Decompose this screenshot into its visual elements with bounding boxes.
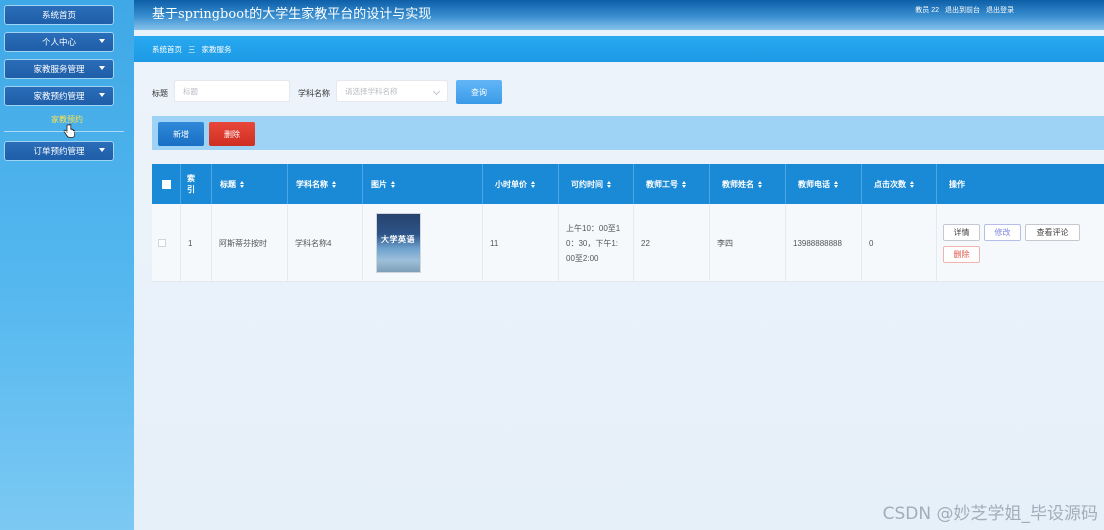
sidebar-item-booking-mgmt[interactable]: 家教预约管理 (4, 86, 114, 106)
sort-icon (681, 180, 686, 188)
col-title[interactable]: 标题 (212, 164, 288, 204)
cell-teacher-name: 李四 (710, 204, 786, 282)
sort-icon (239, 180, 244, 188)
col-teacher-name[interactable]: 教师姓名 (710, 164, 786, 204)
cell-index: 1 (181, 204, 212, 282)
sidebar-item-label: 家教预约管理 (33, 91, 85, 101)
hand-cursor-icon (63, 124, 75, 138)
time-line: 0：30，下午1: (566, 238, 619, 248)
sort-icon (390, 180, 395, 188)
sidebar: 系统首页 个人中心 家教服务管理 家教预约管理 家教预约 订单预约管理 (0, 0, 134, 530)
batch-delete-button[interactable]: 删除 (209, 122, 255, 146)
top-header: 基于springboot的大学生家教平台的设计与实现 教员 22 退出到前台 退… (134, 0, 1104, 30)
main-content: 标题 标题 学科名称 请选择学科名称 查询 新增 删除 索 引 标题 学科名称 … (134, 62, 1104, 530)
select-all-cell (152, 164, 181, 204)
breadcrumb-separator: 三 (188, 45, 196, 54)
col-image[interactable]: 图片 (363, 164, 483, 204)
breadcrumb-bar: 系统首页 三 家教服务 (134, 36, 1104, 62)
view-comments-button[interactable]: 查看评论 (1025, 224, 1080, 241)
time-line: 上午10：00至1 (566, 223, 621, 233)
sidebar-item-service-mgmt[interactable]: 家教服务管理 (4, 59, 114, 79)
col-index: 索 引 (181, 164, 212, 204)
user-area: 教员 22 退出到前台 退出登录 (915, 5, 1014, 15)
sidebar-item-label: 系统首页 (41, 10, 76, 20)
chevron-down-icon (99, 148, 105, 152)
cell-ops: 详情 修改 查看评论 删除 (940, 204, 1104, 282)
col-price-label: 小时单价 (495, 179, 527, 189)
col-subject[interactable]: 学科名称 (288, 164, 363, 204)
sort-icon (530, 180, 535, 188)
subject-label: 学科名称 (298, 89, 330, 98)
select-all-checkbox[interactable] (162, 179, 171, 189)
col-ops-label: 操作 (949, 179, 965, 189)
sidebar-item-home[interactable]: 系统首页 (4, 5, 114, 25)
cover-image-title: 大学英语 (381, 235, 415, 244)
col-clicks-label: 点击次数 (874, 179, 906, 189)
sidebar-item-label: 家教服务管理 (33, 64, 85, 74)
sort-icon (757, 180, 762, 188)
sort-icon (909, 180, 914, 188)
cell-title: 阿斯蒂芬按时 (212, 204, 288, 282)
edit-button[interactable]: 修改 (984, 224, 1021, 241)
sort-icon (833, 180, 838, 188)
subject-select-placeholder: 请选择学科名称 (345, 87, 398, 96)
col-index-line2: 引 (187, 185, 195, 194)
col-teacher-no-label: 教师工号 (646, 179, 678, 189)
cell-time: 上午10：00至1 0：30，下午1: 00至2:00 (559, 204, 634, 282)
col-price[interactable]: 小时单价 (483, 164, 559, 204)
col-time[interactable]: 可约时间 (559, 164, 634, 204)
cover-image: 大学英语 (376, 213, 421, 273)
row-checkbox[interactable] (158, 239, 166, 247)
divider (4, 131, 124, 132)
col-phone-label: 教师电话 (798, 179, 830, 189)
sort-icon (331, 180, 336, 188)
chevron-down-icon (99, 39, 105, 43)
subject-select[interactable]: 请选择学科名称 (336, 80, 448, 102)
breadcrumb: 系统首页 三 家教服务 (152, 44, 232, 55)
table-header: 索 引 标题 学科名称 图片 小时单价 可约时间 教师工号 教师姓名 教师电话 … (152, 164, 1104, 204)
sidebar-item-order-mgmt[interactable]: 订单预约管理 (4, 141, 114, 161)
back-to-front-link[interactable]: 退出到前台 (945, 5, 980, 15)
col-time-label: 可约时间 (571, 179, 603, 189)
chevron-down-icon (99, 66, 105, 70)
detail-button[interactable]: 详情 (943, 224, 980, 241)
col-ops: 操作 (937, 164, 1104, 204)
chevron-down-icon (432, 87, 441, 96)
sidebar-item-label: 订单预约管理 (33, 146, 85, 156)
sort-icon (606, 180, 611, 188)
watermark: CSDN @妙芝学姐_毕设源码 (882, 504, 1098, 524)
user-label: 教员 22 (915, 7, 939, 14)
cell-teacher-no: 22 (634, 204, 710, 282)
cell-clicks: 0 (862, 204, 937, 282)
sidebar-item-label: 个人中心 (41, 37, 76, 47)
title-input[interactable]: 标题 (174, 80, 290, 102)
col-image-label: 图片 (371, 179, 387, 189)
col-subject-label: 学科名称 (296, 179, 328, 189)
cell-image: 大学英语 (363, 204, 483, 282)
breadcrumb-current: 家教服务 (201, 45, 232, 54)
sidebar-item-profile[interactable]: 个人中心 (4, 32, 114, 52)
col-title-label: 标题 (220, 179, 236, 189)
title-label: 标题 (152, 89, 168, 98)
logout-link[interactable]: 退出登录 (986, 5, 1014, 15)
table-row: 1 阿斯蒂芬按时 学科名称4 大学英语 11 上午10：00至1 0：30，下午… (152, 204, 1104, 282)
cell-subject: 学科名称4 (288, 204, 363, 282)
col-phone[interactable]: 教师电话 (786, 164, 862, 204)
col-teacher-name-label: 教师姓名 (722, 179, 754, 189)
col-teacher-no[interactable]: 教师工号 (634, 164, 710, 204)
time-line: 00至2:00 (566, 253, 599, 263)
add-button[interactable]: 新增 (158, 122, 204, 146)
app-title: 基于springboot的大学生家教平台的设计与实现 (152, 7, 432, 22)
delete-button[interactable]: 删除 (943, 246, 980, 263)
col-index-line1: 索 (187, 174, 195, 183)
query-button[interactable]: 查询 (456, 80, 502, 104)
chevron-down-icon (99, 93, 105, 97)
cell-price: 11 (483, 204, 559, 282)
cell-phone: 13988888888 (786, 204, 862, 282)
action-bar: 新增 删除 (152, 116, 1104, 150)
col-clicks[interactable]: 点击次数 (862, 164, 937, 204)
breadcrumb-home[interactable]: 系统首页 (152, 44, 182, 55)
row-select-cell (152, 204, 181, 282)
time-text: 上午10：00至1 0：30，下午1: 00至2:00 (566, 221, 626, 266)
